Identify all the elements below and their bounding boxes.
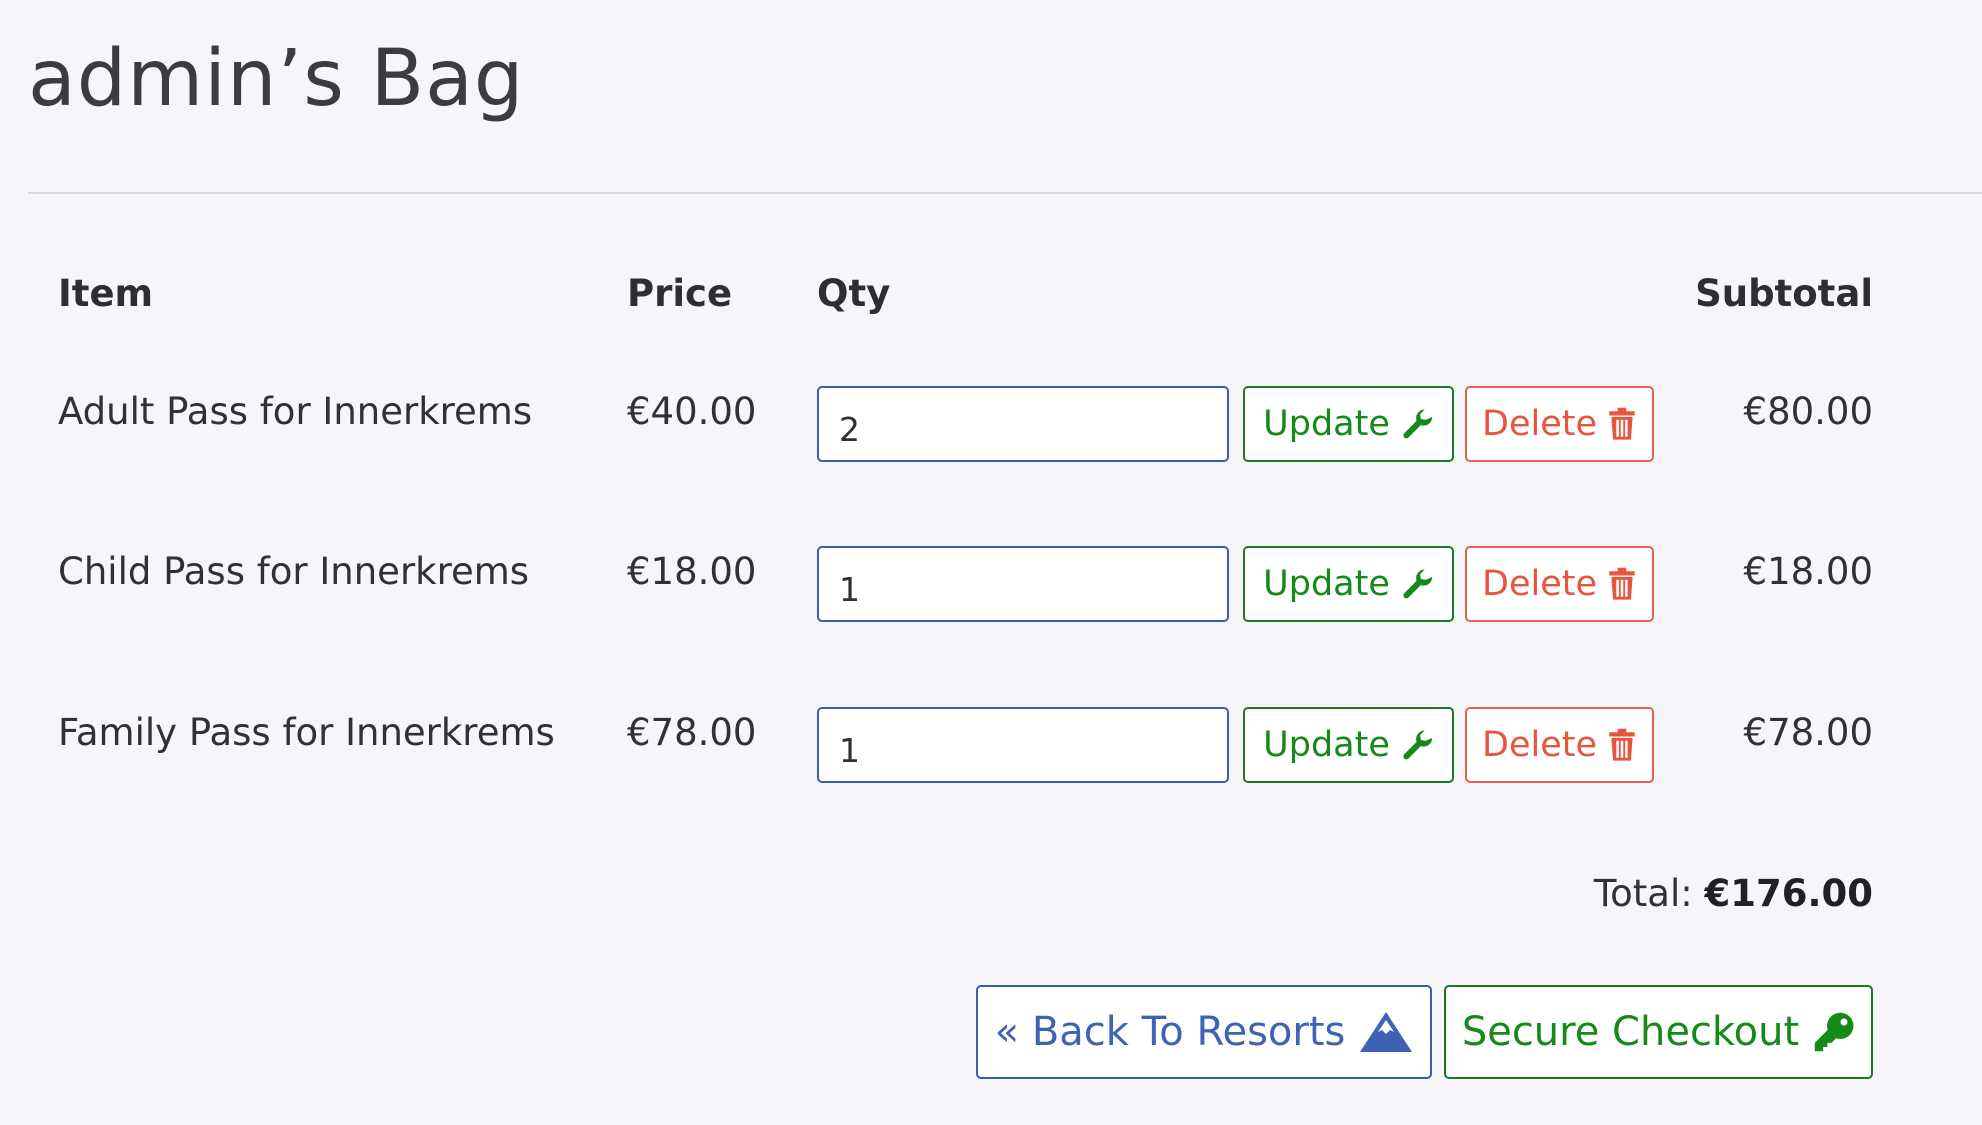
total-value: €176.00 xyxy=(1704,872,1873,915)
update-button-label: Update xyxy=(1263,725,1390,765)
mountain-icon xyxy=(1359,1011,1413,1053)
item-name: Child Pass for Innerkrems xyxy=(58,550,530,593)
wrench-icon xyxy=(1400,728,1434,762)
table-row: Family Pass for Innerkrems €78.00 Update… xyxy=(0,707,1982,797)
delete-button[interactable]: Delete xyxy=(1465,546,1654,622)
update-button-label: Update xyxy=(1263,564,1390,604)
update-button[interactable]: Update xyxy=(1243,707,1454,783)
quantity-input[interactable] xyxy=(817,707,1229,783)
checkout-button-label: Secure Checkout xyxy=(1461,1009,1800,1055)
item-subtotal: €78.00 xyxy=(1743,711,1873,754)
update-button[interactable]: Update xyxy=(1243,386,1454,462)
item-price: €18.00 xyxy=(627,550,757,593)
back-button-label: « Back To Resorts xyxy=(994,1009,1346,1055)
item-price: €40.00 xyxy=(627,390,757,433)
item-name: Family Pass for Innerkrems xyxy=(58,711,555,754)
key-icon xyxy=(1813,1011,1855,1053)
title-divider xyxy=(28,192,1982,194)
wrench-icon xyxy=(1400,567,1434,601)
page-title: admin’s Bag xyxy=(28,34,525,124)
quantity-input[interactable] xyxy=(817,546,1229,622)
update-button[interactable]: Update xyxy=(1243,546,1454,622)
header-subtotal: Subtotal xyxy=(1695,272,1873,315)
item-name: Adult Pass for Innerkrems xyxy=(58,390,533,433)
delete-button-label: Delete xyxy=(1482,564,1597,604)
back-to-resorts-button[interactable]: « Back To Resorts xyxy=(976,985,1432,1079)
delete-button-label: Delete xyxy=(1482,725,1597,765)
bag-page: admin’s Bag Item Price Qty Subtotal Adul… xyxy=(0,0,1982,1125)
delete-button-label: Delete xyxy=(1482,404,1597,444)
wrench-icon xyxy=(1400,407,1434,441)
header-qty: Qty xyxy=(817,272,891,315)
item-subtotal: €18.00 xyxy=(1743,550,1873,593)
item-price: €78.00 xyxy=(627,711,757,754)
header-item: Item xyxy=(58,272,154,315)
update-button-label: Update xyxy=(1263,404,1390,444)
order-total: Total: €176.00 xyxy=(1594,872,1873,915)
delete-button[interactable]: Delete xyxy=(1465,707,1654,783)
trash-icon xyxy=(1607,728,1637,762)
item-subtotal: €80.00 xyxy=(1743,390,1873,433)
quantity-input[interactable] xyxy=(817,386,1229,462)
trash-icon xyxy=(1607,407,1637,441)
table-row: Adult Pass for Innerkrems €40.00 Update … xyxy=(0,386,1982,476)
total-label: Total: xyxy=(1593,872,1693,915)
trash-icon xyxy=(1607,567,1637,601)
delete-button[interactable]: Delete xyxy=(1465,386,1654,462)
secure-checkout-button[interactable]: Secure Checkout xyxy=(1444,985,1873,1079)
header-price: Price xyxy=(627,272,733,315)
table-row: Child Pass for Innerkrems €18.00 Update … xyxy=(0,546,1982,636)
